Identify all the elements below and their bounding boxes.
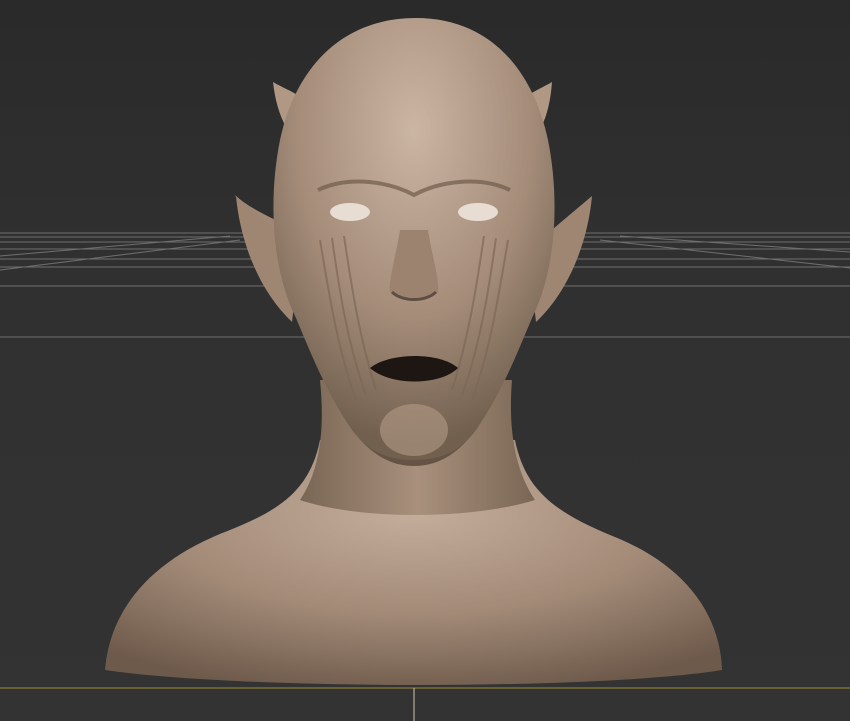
3d-viewport[interactable] bbox=[0, 0, 850, 721]
mesh-left-eye bbox=[330, 203, 370, 221]
sculpt-mesh[interactable] bbox=[105, 18, 722, 685]
mesh-chin bbox=[380, 404, 448, 456]
viewport-scene bbox=[0, 18, 850, 721]
mesh-right-eye bbox=[458, 203, 498, 221]
